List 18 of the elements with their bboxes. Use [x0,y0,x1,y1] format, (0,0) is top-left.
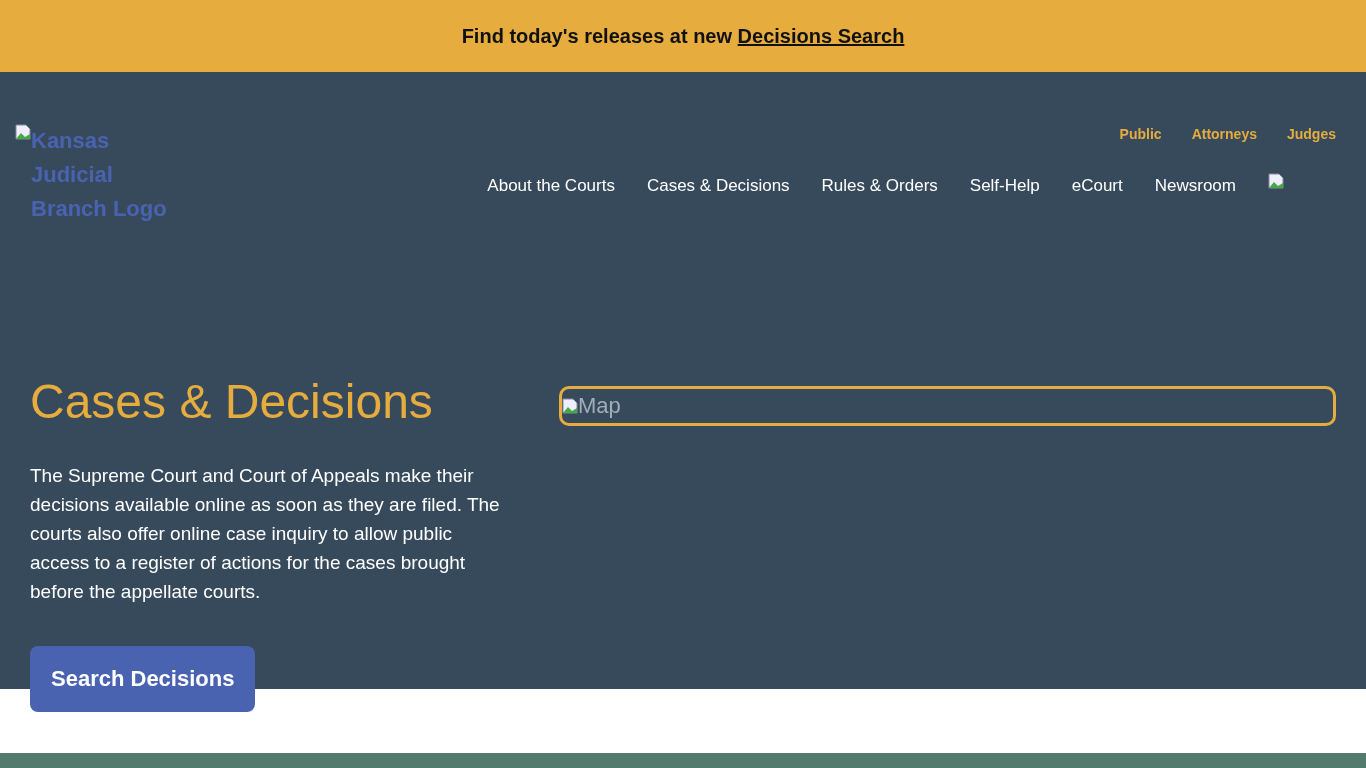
intro-paragraph: The Supreme Court and Court of Appeals make their decisions available online as soon as they are filed. The courts also offer online case inquiry to allow public access to a register of actions for the cases brought before the appellate courts. [30,464,500,604]
audience-link[interactable]: Judges [1287,126,1336,142]
nav-link[interactable]: Self-Help [969,176,1040,196]
banner-text: Find today's releases at new Decisions Search [461,24,905,48]
broken-image-icon [1268,173,1284,189]
nav-link[interactable]: eCourt [1071,176,1123,196]
page-title: Cases & Decisions [30,374,434,429]
decisions-search-link[interactable]: Decisions Search [737,24,905,47]
broken-image-icon [562,398,578,414]
audience-link[interactable]: Attorneys [1191,126,1257,142]
broken-image-icon [15,124,31,140]
nav-link[interactable]: Cases & Decisions [646,176,790,196]
map-alt-text: Map [578,393,621,419]
audience-link[interactable]: Public [1119,126,1162,142]
nav-link[interactable]: About the Courts [487,176,615,196]
search-decisions-button[interactable]: Search Decisions [30,646,256,712]
nav-link[interactable]: Rules & Orders [821,176,938,196]
nav-link[interactable]: Newsroom [1154,176,1236,196]
